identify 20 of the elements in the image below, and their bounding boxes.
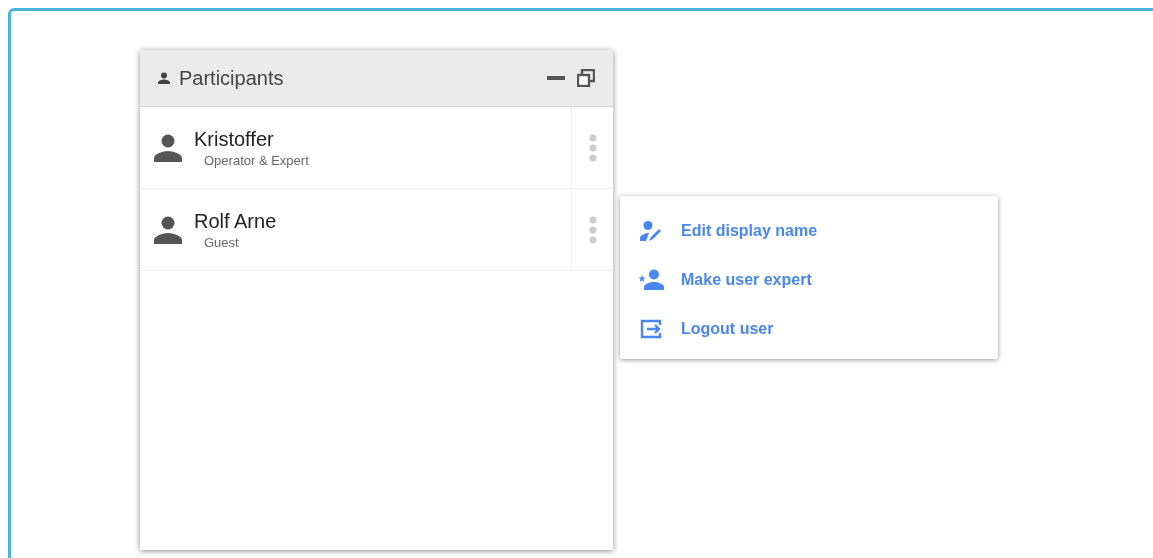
user-icon	[153, 214, 183, 245]
participant-role: Operator & Expert	[204, 152, 310, 168]
star-person-icon	[638, 268, 664, 291]
minimize-icon[interactable]	[547, 76, 565, 80]
panel-title: Participants	[179, 66, 284, 90]
participant-name: Rolf Arne	[194, 209, 278, 233]
participant-name: Kristoffer	[194, 127, 275, 151]
menu-item[interactable]: Make user expert	[620, 255, 998, 304]
more-icon	[588, 215, 597, 244]
user-icon	[153, 132, 183, 163]
more-icon	[588, 133, 597, 162]
edit-person-icon	[638, 219, 664, 242]
person-icon	[157, 72, 171, 84]
menu-item[interactable]: Logout user	[620, 304, 998, 353]
more-options-button[interactable]	[571, 107, 613, 188]
exit-icon	[638, 318, 664, 339]
restore-icon[interactable]	[577, 69, 595, 87]
participant-role: Guest	[204, 234, 240, 250]
menu-item[interactable]: Edit display name	[620, 206, 998, 255]
more-options-button[interactable]	[571, 189, 613, 270]
